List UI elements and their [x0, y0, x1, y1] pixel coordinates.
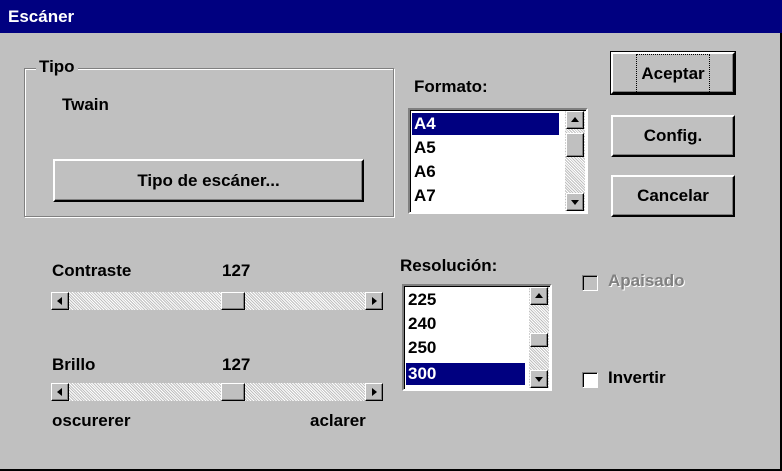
resolucion-label: Resolución:: [400, 256, 498, 275]
contraste-slider[interactable]: [51, 292, 383, 310]
brillo-left-button[interactable]: [51, 383, 69, 401]
contraste-value: 127: [222, 261, 251, 280]
tipo-de-escaner-button[interactable]: Tipo de escáner...: [53, 159, 364, 202]
contraste-thumb[interactable]: [221, 292, 245, 310]
brillo-thumb[interactable]: [221, 383, 245, 401]
invertir-checkbox[interactable]: [582, 372, 598, 388]
title-bar[interactable]: Escáner: [0, 0, 782, 33]
resolucion-scroll-thumb[interactable]: [530, 333, 548, 347]
arrow-up-icon: [571, 117, 579, 122]
apaisado-checkbox[interactable]: [582, 275, 598, 291]
resolucion-option-300[interactable]: 300: [406, 363, 525, 385]
resolucion-scroll-up-button[interactable]: [530, 287, 548, 305]
cancelar-button[interactable]: Cancelar: [611, 175, 735, 217]
resolucion-option-240[interactable]: 240: [406, 313, 525, 335]
formato-scroll-thumb[interactable]: [566, 133, 584, 157]
tipo-group-legend: Tipo: [36, 57, 78, 77]
resolucion-option-225[interactable]: 225: [406, 289, 525, 311]
cancelar-button-label: Cancelar: [637, 186, 709, 205]
arrow-down-icon: [571, 200, 579, 205]
arrow-right-icon: [372, 388, 377, 396]
apaisado-label: Apaisado: [608, 271, 685, 290]
arrow-left-icon: [57, 297, 62, 305]
arrow-right-icon: [372, 297, 377, 305]
invertir-label: Invertir: [608, 368, 666, 387]
brillo-min-label: oscurerer: [52, 411, 131, 430]
formato-scroll-down-button[interactable]: [566, 193, 584, 211]
arrow-up-icon: [535, 293, 543, 298]
tipo-value: Twain: [62, 95, 109, 114]
contraste-label: Contraste: [52, 261, 132, 280]
tipo-de-escaner-button-label: Tipo de escáner...: [137, 171, 280, 190]
resolucion-scrollbar[interactable]: [529, 287, 549, 388]
formato-option-a4[interactable]: A4: [412, 113, 559, 135]
aceptar-button[interactable]: Aceptar: [610, 51, 736, 95]
resolucion-option-250[interactable]: 250: [406, 337, 525, 359]
formato-scroll-up-button[interactable]: [566, 111, 584, 129]
formato-option-a6[interactable]: A6: [412, 161, 559, 183]
window-title: Escáner: [8, 7, 75, 26]
resolucion-listbox[interactable]: 225 240 250 300: [402, 284, 552, 391]
resolucion-scroll-down-button[interactable]: [530, 370, 548, 388]
brillo-slider[interactable]: [51, 383, 383, 401]
formato-label: Formato:: [414, 77, 488, 96]
formato-option-a7[interactable]: A7: [412, 185, 559, 207]
config-button-label: Config.: [643, 126, 703, 145]
contraste-left-button[interactable]: [51, 292, 69, 310]
formato-option-a5[interactable]: A5: [412, 137, 559, 159]
brillo-right-button[interactable]: [365, 383, 383, 401]
arrow-left-icon: [57, 388, 62, 396]
arrow-down-icon: [535, 377, 543, 382]
brillo-value: 127: [222, 355, 251, 374]
brillo-max-label: aclarer: [310, 411, 366, 430]
contraste-right-button[interactable]: [365, 292, 383, 310]
formato-listbox[interactable]: A4 A5 A6 A7: [408, 108, 588, 214]
config-button[interactable]: Config.: [611, 115, 735, 157]
aceptar-button-label: Aceptar: [636, 54, 710, 94]
formato-scrollbar[interactable]: [565, 111, 585, 211]
brillo-label: Brillo: [52, 355, 96, 374]
